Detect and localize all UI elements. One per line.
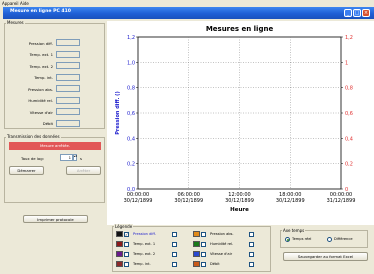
chart-title: Mesures en ligne [206, 25, 274, 33]
measure-label: Débit [42, 121, 53, 126]
y2-tick-label: 0,8 [345, 86, 353, 92]
legend-color-swatch[interactable] [116, 241, 123, 247]
measure-value-field [56, 73, 80, 81]
stop-button[interactable]: Arrêter [66, 166, 101, 175]
y2-tick-label: 0,6 [345, 111, 353, 117]
y2-tick-label: 0,4 [345, 136, 353, 142]
window-titlebar: Mesure en ligne PC 410 _ □ × [3, 7, 374, 19]
legend-checkbox[interactable] [201, 231, 206, 237]
legend-axis-checkbox[interactable] [249, 251, 254, 257]
legend-color-swatch[interactable] [193, 261, 200, 267]
legend-title: Légende [114, 224, 134, 229]
status-badge: Mesure arrêtée. [9, 142, 101, 150]
legend-axis-checkbox[interactable] [172, 231, 177, 237]
legend-checkbox[interactable] [124, 261, 129, 267]
legend-color-swatch[interactable] [193, 231, 200, 237]
y-axis-label: Pression diff. () [115, 91, 121, 134]
rate-stepper[interactable]: ▴▾ [73, 154, 77, 161]
legend-item-label: Pression diff. [133, 232, 156, 236]
y-tick-label: 1,0 [127, 60, 135, 66]
x-axis-label: Heure [230, 207, 249, 213]
rate-unit: s [80, 156, 82, 161]
measures-title: Mesures [6, 20, 25, 25]
y2-tick-label: 0,2 [345, 162, 353, 168]
y2-tick-label: 1,2 [345, 35, 353, 41]
y-tick-label: 0,2 [127, 162, 135, 168]
legend-item-label: Vitesse d'air [210, 252, 233, 256]
menu-aide[interactable]: Aide [20, 1, 29, 6]
x-tick-date: 30/12/1899 [174, 198, 203, 204]
legend-checkbox[interactable] [201, 241, 206, 247]
y-tick-label: 0,6 [127, 111, 135, 117]
measure-value-field [56, 96, 80, 104]
legend-item-label: Humidité rel. [210, 242, 234, 246]
legend-checkbox[interactable] [124, 241, 129, 247]
start-button[interactable]: Démarrer [9, 166, 44, 175]
measure-value-field [56, 62, 80, 69]
measure-label: Temp. ext. 1 [29, 52, 53, 57]
measure-label: Humidité rel. [28, 98, 53, 103]
x-tick-date: 30/12/1899 [124, 198, 153, 204]
measure-label: Pression diff. [28, 40, 53, 46]
legend-color-swatch[interactable] [116, 251, 123, 257]
maximize-icon[interactable]: □ [353, 9, 361, 17]
measure-label: Pression abs. [28, 86, 53, 92]
radio-real-time[interactable] [285, 237, 290, 242]
legend-axis-checkbox[interactable] [172, 261, 177, 267]
legend-item-label: Temp. ext. 1 [133, 242, 156, 246]
legend-item-label: Temp. ext. 2 [133, 252, 156, 256]
window-title: Mesure en ligne PC 410 [10, 9, 72, 14]
measure-value-field [56, 50, 80, 58]
x-tick-date: 30/12/1899 [225, 198, 254, 204]
legend-checkbox[interactable] [201, 261, 206, 267]
legend-item-label: Débit [210, 262, 220, 266]
y-tick-label: 0,8 [127, 86, 135, 92]
y2-tick-label: 1 [345, 60, 348, 66]
y-tick-label: 0,4 [127, 136, 135, 142]
legend-checkbox[interactable]: ✓ [124, 231, 129, 237]
legend-color-swatch[interactable] [116, 231, 123, 237]
radio-difference-label: Différence [334, 237, 353, 241]
measure-value-field [56, 108, 80, 115]
rate-label: Taux de log: [21, 156, 44, 161]
left-panel: Mesures Pression diff. Temp. ext. 1 Temp. … [3, 19, 107, 225]
menu-appareil[interactable]: Appareil [2, 1, 19, 6]
measure-label: Vitesse d'air [29, 109, 53, 115]
x-tick-date: 31/12/1899 [327, 198, 356, 204]
close-icon[interactable]: × [362, 9, 370, 17]
measure-value-field [56, 119, 80, 127]
rate-input[interactable]: 1 [60, 154, 73, 161]
measure-value-field [56, 85, 80, 92]
chart-area: Mesures en ligne 0,0 0 0,2 0,2 0,4 0,4 0,6 0,6 0,… [107, 21, 374, 225]
legend-axis-checkbox[interactable] [172, 241, 177, 247]
legend-checkbox[interactable] [201, 251, 206, 257]
transmission-title: Transmission des données [6, 134, 61, 139]
radio-real-time-label: Temps réel [292, 237, 312, 241]
axis-time-title: Axe temps [282, 228, 306, 233]
legend-color-swatch[interactable] [116, 261, 123, 267]
minimize-icon[interactable]: _ [344, 9, 352, 17]
legend-checkbox[interactable] [124, 251, 129, 257]
legend-axis-checkbox[interactable] [249, 261, 254, 267]
legend-color-swatch[interactable] [193, 241, 200, 247]
x-tick-date: 30/12/1899 [276, 198, 305, 204]
legend-axis-checkbox[interactable] [249, 241, 254, 247]
legend-axis-checkbox[interactable] [249, 231, 254, 237]
measure-label: Temp. int. [34, 75, 53, 80]
y-tick-label: 1,2 [127, 35, 135, 41]
menu-bar: Appareil Aide [0, 0, 374, 7]
measure-label: Temp. ext. 2 [29, 63, 53, 69]
measure-value-field [56, 39, 80, 46]
legend-item-label: Temp. int. [133, 262, 151, 266]
legend-item-label: Pression abs. [210, 232, 234, 236]
export-excel-button[interactable]: Sauvegarder au format Excel [283, 252, 368, 261]
legend-color-swatch[interactable] [193, 251, 200, 257]
radio-difference[interactable] [327, 237, 332, 242]
print-protocol-button[interactable]: Imprimer protocole [23, 215, 88, 223]
chart-svg: Mesures en ligne0,0 00,2 0,20,4 0,40,6 0,60,… [115, 25, 356, 213]
legend-axis-checkbox[interactable] [172, 251, 177, 257]
